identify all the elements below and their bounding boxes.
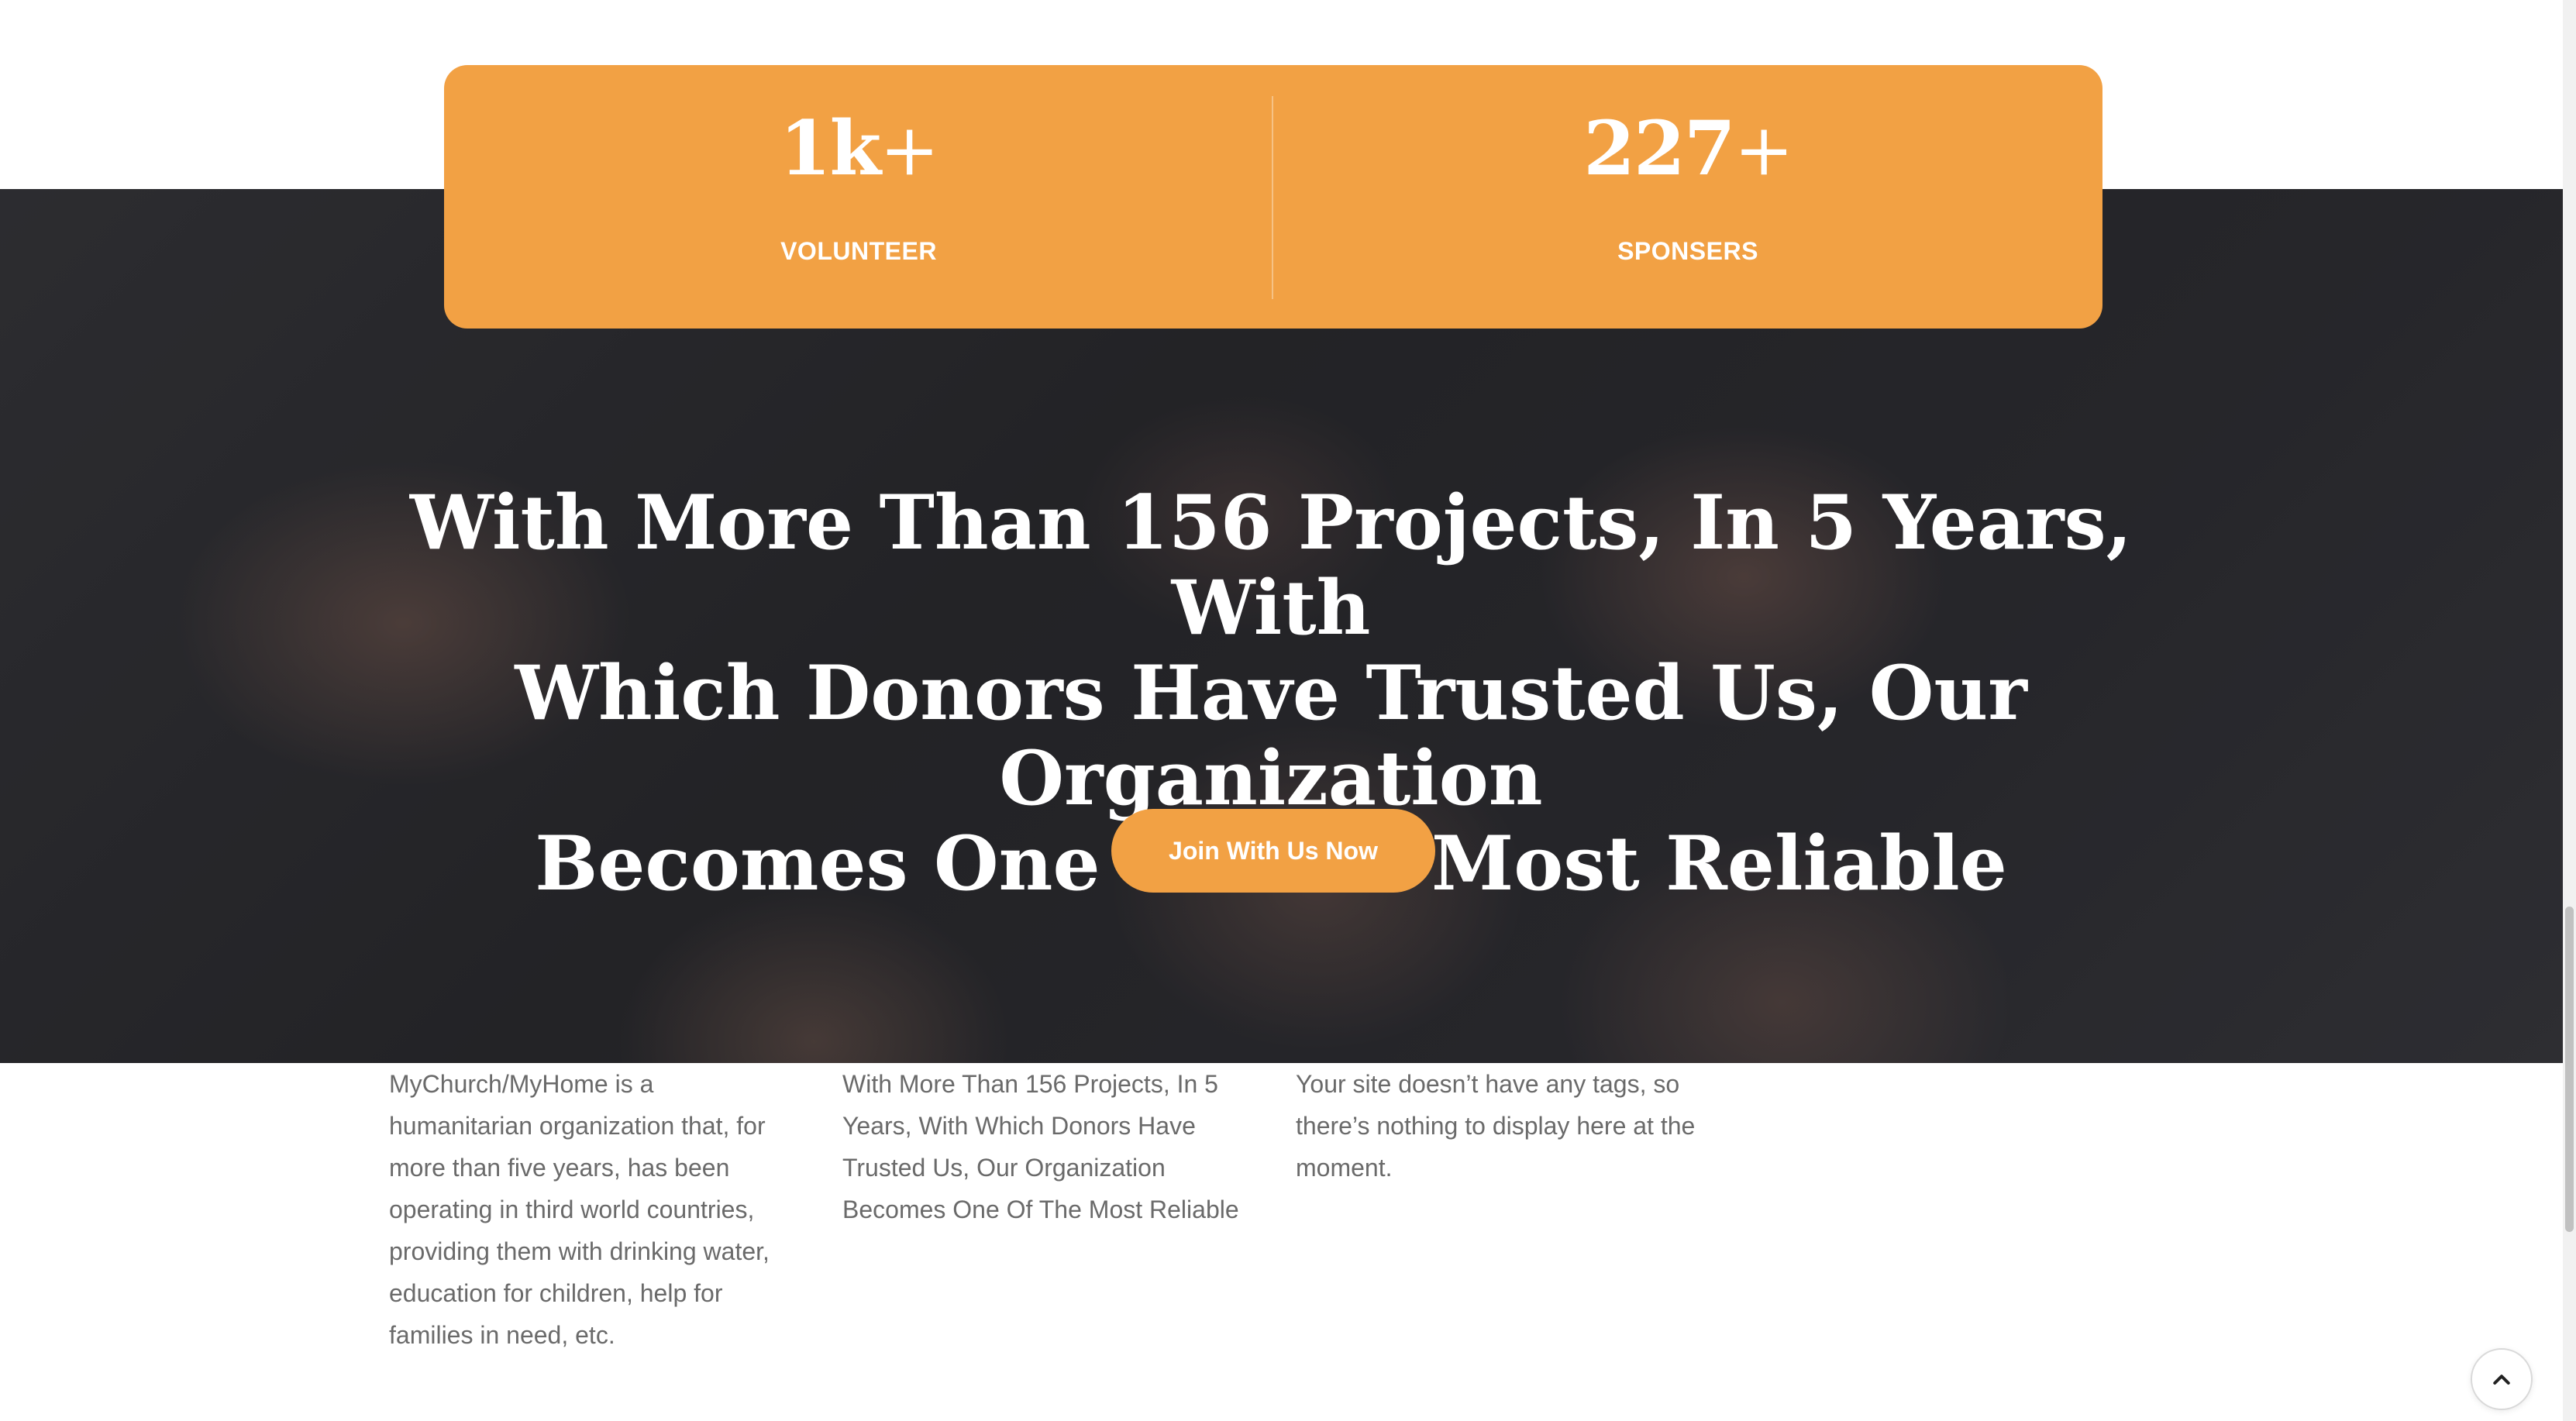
- page-scrollbar[interactable]: [2563, 0, 2576, 1421]
- stat-sponsers: 227+ SPONSERS: [1273, 65, 2102, 329]
- hero-headline-line: With More Than 156 Projects, In 5 Years,…: [409, 479, 2133, 652]
- stat-volunteer: 1k+ VOLUNTEER: [444, 65, 1273, 329]
- chevron-up-icon: [2493, 1375, 2510, 1385]
- footer-mission-text: With More Than 156 Projects, In 5 Years,…: [842, 1070, 1239, 1223]
- join-with-us-button[interactable]: Join With Us Now: [1111, 809, 1435, 893]
- back-to-top-button[interactable]: [2471, 1348, 2533, 1410]
- stat-sponsers-number: 227+: [1583, 105, 1793, 192]
- scrollbar-thumb[interactable]: [2565, 907, 2574, 1232]
- stat-volunteer-number: 1k+: [779, 105, 939, 192]
- stat-sponsers-label: SPONSERS: [1617, 237, 1758, 265]
- footer-tags-message: Your site doesn’t have any tags, so ther…: [1296, 1070, 1696, 1182]
- stat-volunteer-label: VOLUNTEER: [780, 237, 937, 265]
- footer-about-text: MyChurch/MyHome is a humanitarian organi…: [389, 1070, 770, 1349]
- stats-card: 1k+ VOLUNTEER 227+ SPONSERS: [444, 65, 2102, 329]
- page: 1k+ VOLUNTEER 227+ SPONSERS With More Th…: [0, 0, 2576, 1421]
- hero-headline-line: Which Donors Have Trusted Us, Our Organi…: [515, 649, 2027, 822]
